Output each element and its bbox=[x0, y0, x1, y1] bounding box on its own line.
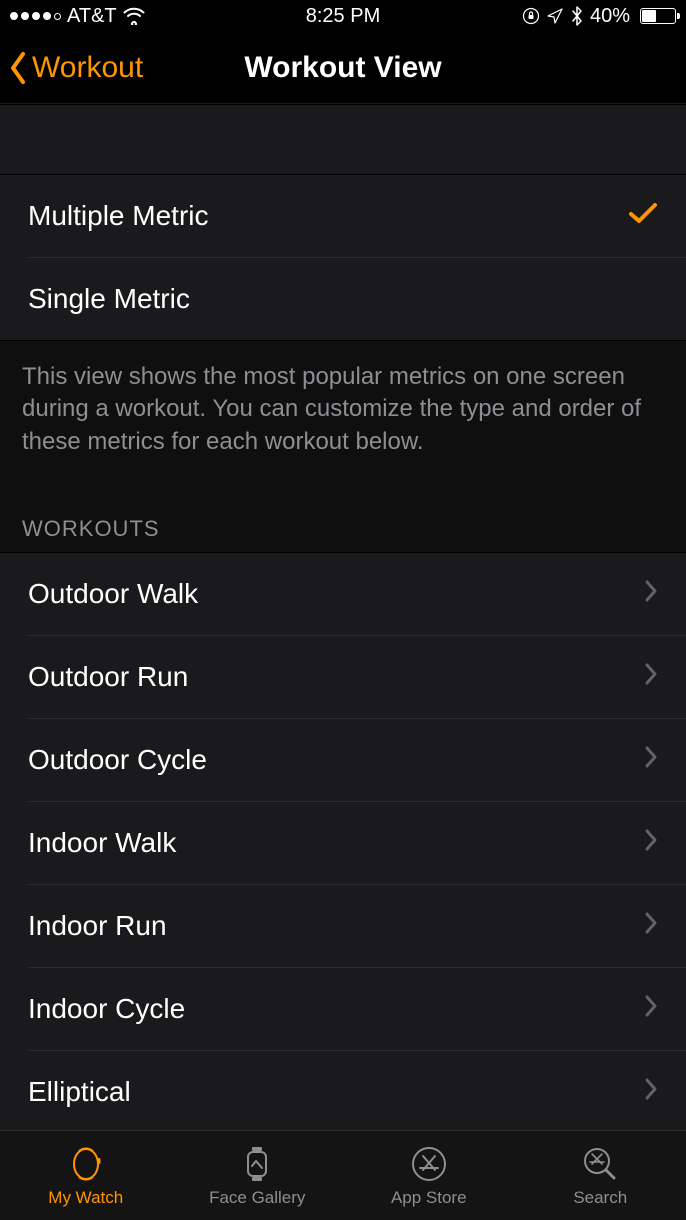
back-button[interactable]: Workout bbox=[0, 51, 143, 85]
battery-percent: 40% bbox=[590, 5, 630, 28]
checkmark-icon bbox=[628, 200, 658, 232]
workout-label: Indoor Run bbox=[28, 910, 167, 942]
option-label: Single Metric bbox=[28, 283, 190, 315]
back-label: Workout bbox=[32, 51, 143, 85]
spacer bbox=[0, 104, 686, 174]
workout-label: Outdoor Run bbox=[28, 661, 188, 693]
workout-label: Outdoor Cycle bbox=[28, 744, 207, 776]
chevron-right-icon bbox=[644, 1076, 658, 1108]
metric-options-group: Multiple Metric Single Metric bbox=[0, 175, 686, 340]
app-store-icon bbox=[409, 1144, 449, 1184]
workouts-group: Outdoor Walk Outdoor Run Outdoor Cycle I… bbox=[0, 553, 686, 1130]
chevron-right-icon bbox=[644, 661, 658, 693]
search-icon bbox=[580, 1144, 620, 1184]
workout-row-outdoor-run[interactable]: Outdoor Run bbox=[0, 636, 686, 718]
workout-label: Outdoor Walk bbox=[28, 578, 198, 610]
tab-app-store[interactable]: App Store bbox=[343, 1131, 515, 1220]
tab-label: Search bbox=[573, 1188, 627, 1208]
workout-row-indoor-run[interactable]: Indoor Run bbox=[0, 885, 686, 967]
tab-search[interactable]: Search bbox=[515, 1131, 686, 1220]
chevron-left-icon bbox=[8, 51, 28, 85]
orientation-lock-icon bbox=[522, 7, 540, 25]
bluetooth-icon bbox=[570, 6, 584, 26]
tab-label: My Watch bbox=[48, 1188, 123, 1208]
workout-row-indoor-cycle[interactable]: Indoor Cycle bbox=[0, 968, 686, 1050]
watch-icon bbox=[69, 1144, 103, 1184]
tab-face-gallery[interactable]: Face Gallery bbox=[172, 1131, 344, 1220]
option-multiple-metric[interactable]: Multiple Metric bbox=[0, 175, 686, 257]
status-right: 40% bbox=[522, 5, 676, 28]
workouts-section-header: WORKOUTS bbox=[0, 482, 686, 552]
tab-my-watch[interactable]: My Watch bbox=[0, 1131, 172, 1220]
workout-label: Indoor Cycle bbox=[28, 993, 185, 1025]
signal-strength-icon bbox=[10, 12, 61, 20]
chevron-right-icon bbox=[644, 993, 658, 1025]
chevron-right-icon bbox=[644, 827, 658, 859]
metric-footer-text: This view shows the most popular metrics… bbox=[0, 341, 686, 482]
option-label: Multiple Metric bbox=[28, 200, 208, 232]
battery-icon bbox=[636, 8, 676, 24]
content-scroll[interactable]: Multiple Metric Single Metric This view … bbox=[0, 104, 686, 1130]
workout-row-elliptical[interactable]: Elliptical bbox=[0, 1051, 686, 1130]
workout-row-outdoor-cycle[interactable]: Outdoor Cycle bbox=[0, 719, 686, 801]
wifi-icon bbox=[123, 7, 145, 25]
location-icon bbox=[546, 7, 564, 25]
status-bar: AT&T 8:25 PM 40% bbox=[0, 0, 686, 32]
tab-label: App Store bbox=[391, 1188, 467, 1208]
status-left: AT&T bbox=[10, 5, 145, 28]
option-single-metric[interactable]: Single Metric bbox=[0, 258, 686, 340]
tab-bar: My Watch Face Gallery App Store bbox=[0, 1130, 686, 1220]
chevron-right-icon bbox=[644, 578, 658, 610]
workout-row-outdoor-walk[interactable]: Outdoor Walk bbox=[0, 553, 686, 635]
chevron-right-icon bbox=[644, 910, 658, 942]
tab-label: Face Gallery bbox=[209, 1188, 305, 1208]
face-gallery-icon bbox=[240, 1144, 274, 1184]
nav-bar: Workout Workout View bbox=[0, 32, 686, 104]
chevron-right-icon bbox=[644, 744, 658, 776]
workout-row-indoor-walk[interactable]: Indoor Walk bbox=[0, 802, 686, 884]
workout-label: Indoor Walk bbox=[28, 827, 176, 859]
carrier-label: AT&T bbox=[67, 5, 117, 28]
workout-label: Elliptical bbox=[28, 1076, 131, 1108]
